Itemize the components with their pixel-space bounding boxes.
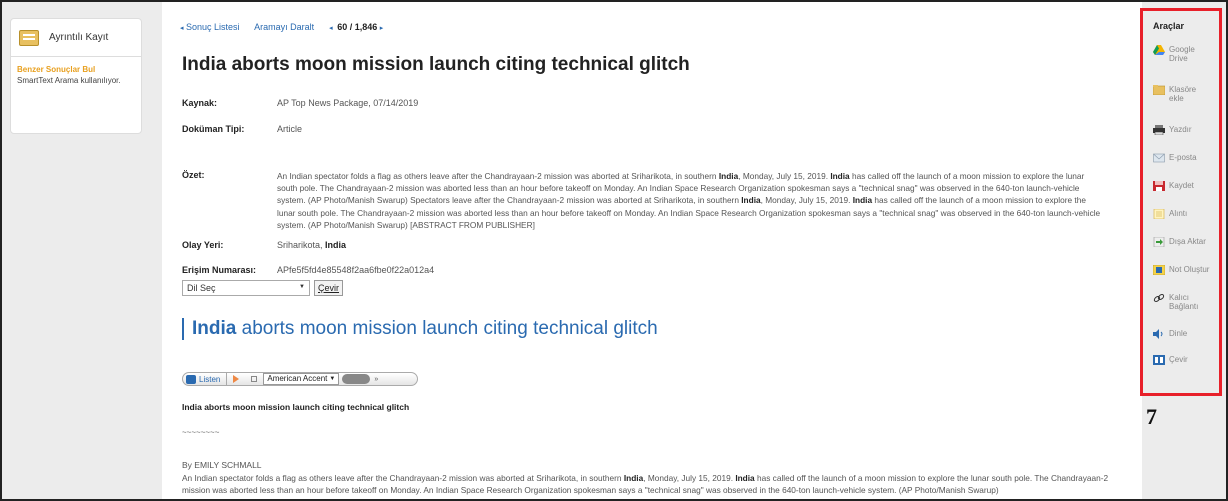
close-icon[interactable]: » bbox=[374, 376, 378, 383]
tool-print[interactable]: Yazdır bbox=[1153, 125, 1192, 135]
chevron-left-icon: ◂ bbox=[180, 25, 184, 32]
volume-icon[interactable] bbox=[342, 374, 371, 384]
save-icon bbox=[1153, 181, 1165, 191]
find-similar-title[interactable]: Benzer Sonuçlar Bul bbox=[17, 65, 135, 74]
byline: By EMILY SCHMALL bbox=[182, 460, 262, 470]
stop-icon[interactable] bbox=[251, 376, 258, 382]
export-icon bbox=[1153, 237, 1165, 247]
find-similar[interactable]: Benzer Sonuçlar Bul SmartText Arama kull… bbox=[11, 57, 141, 93]
separator: ~~~~~~~~ bbox=[182, 428, 220, 437]
email-icon bbox=[1153, 153, 1165, 163]
folder-icon bbox=[1153, 85, 1165, 95]
page-title: India aborts moon mission launch citing … bbox=[182, 54, 690, 75]
record-icon bbox=[19, 29, 39, 46]
listen-button[interactable]: Listen bbox=[183, 373, 228, 385]
permalink-icon bbox=[1153, 294, 1165, 302]
next-record-icon[interactable]: ▸ bbox=[380, 25, 384, 32]
speaker-icon bbox=[186, 374, 196, 384]
language-select[interactable]: Dil Seç ▼ bbox=[182, 280, 310, 296]
article-body: An Indian spectator folds a flag as othe… bbox=[182, 473, 1109, 496]
main-content: ◂ Sonuç Listesi Aramayı Daralt ◂ 60 / 1,… bbox=[162, 2, 1142, 499]
prev-record-icon[interactable]: ◂ bbox=[329, 25, 333, 32]
chevron-down-icon: ▼ bbox=[299, 284, 305, 290]
app-frame: Ayrıntılı Kayıt Benzer Sonuçlar Bul Smar… bbox=[0, 0, 1228, 501]
listen-toolbar: Listen American Accent ▼ » bbox=[182, 372, 418, 386]
left-sidebar: Ayrıntılı Kayıt Benzer Sonuçlar Bul Smar… bbox=[2, 2, 162, 499]
tool-export[interactable]: Dışa Aktar bbox=[1153, 237, 1206, 247]
chevron-down-icon: ▼ bbox=[329, 376, 336, 382]
abstract-text: An Indian spectator folds a flag as othe… bbox=[277, 171, 1101, 230]
detailed-record-link[interactable]: Ayrıntılı Kayıt bbox=[11, 19, 141, 57]
left-panel: Ayrıntılı Kayıt Benzer Sonuçlar Bul Smar… bbox=[10, 18, 142, 134]
tool-create-note[interactable]: Not Oluştur bbox=[1153, 265, 1209, 275]
tool-translate[interactable]: Çevir bbox=[1153, 355, 1188, 365]
note-icon bbox=[1153, 265, 1165, 275]
google-drive-icon bbox=[1153, 45, 1165, 55]
accent-select[interactable]: American Accent ▼ bbox=[263, 373, 340, 385]
play-icon[interactable] bbox=[233, 375, 240, 383]
results-list-link[interactable]: Sonuç Listesi bbox=[186, 22, 240, 32]
article-heading: India aborts moon mission launch citing … bbox=[182, 318, 658, 340]
abstract-key: Özet: bbox=[182, 170, 205, 180]
translate-button[interactable]: Çevir bbox=[314, 280, 344, 296]
article-subtitle: India aborts moon mission launch citing … bbox=[182, 402, 410, 412]
annotation-number: 7 bbox=[1146, 404, 1157, 429]
tool-save[interactable]: Kaydet bbox=[1153, 181, 1194, 191]
cite-icon bbox=[1153, 209, 1165, 219]
tool-permalink[interactable]: Kalıcı Bağlantı bbox=[1153, 293, 1198, 311]
print-icon bbox=[1153, 125, 1165, 135]
tool-listen[interactable]: Dinle bbox=[1153, 329, 1187, 339]
tool-google-drive[interactable]: Google Drive bbox=[1153, 45, 1195, 63]
tools-header: Araçlar bbox=[1153, 21, 1185, 31]
refine-search-link[interactable]: Aramayı Daralt bbox=[254, 22, 314, 32]
listen-icon bbox=[1153, 329, 1163, 339]
record-count: 60 / 1,846 bbox=[337, 22, 378, 32]
find-similar-sub: SmartText Arama kullanılıyor. bbox=[17, 76, 121, 85]
tool-email[interactable]: E-posta bbox=[1153, 153, 1197, 163]
translate-icon bbox=[1153, 355, 1165, 365]
detailed-record-label: Ayrıntılı Kayıt bbox=[49, 32, 109, 43]
tool-cite[interactable]: Alıntı bbox=[1153, 209, 1187, 219]
breadcrumb: ◂ Sonuç Listesi Aramayı Daralt ◂ 60 / 1,… bbox=[180, 22, 383, 32]
tool-add-folder[interactable]: Klasöre ekle bbox=[1153, 85, 1196, 103]
tools-panel: Araçlar Google Drive Klasöre ekle Yazdır… bbox=[1140, 8, 1222, 396]
